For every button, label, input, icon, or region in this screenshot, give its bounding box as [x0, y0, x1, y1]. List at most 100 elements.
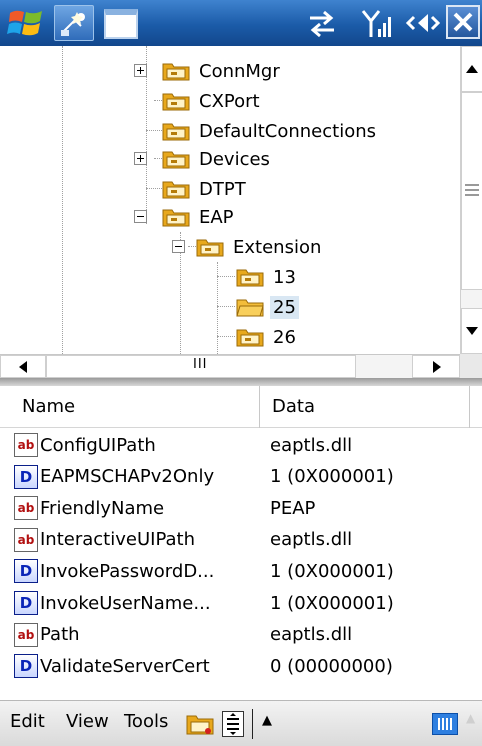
tree-vertical-scrollbar[interactable] [460, 46, 482, 354]
list-row[interactable]: ab Path eaptls.dll [0, 619, 482, 651]
input-panel-arrow-icon[interactable]: ▲ [262, 713, 272, 728]
windows-flag-icon[interactable] [6, 5, 46, 41]
value-name: ValidateServerCert [40, 655, 210, 677]
folder-icon [162, 123, 190, 141]
tree-node-26[interactable]: 26 [236, 322, 299, 352]
folder-icon [162, 151, 190, 169]
tree-guide-line [146, 130, 162, 131]
scroll-thumb[interactable] [461, 92, 482, 290]
folder-icon [236, 329, 264, 347]
value-name: ConfigUIPath [40, 434, 156, 456]
list-header: Name Data [0, 386, 482, 428]
value-data: 1 (0X000001) [270, 560, 394, 582]
tree-node-label-selected: 25 [270, 295, 299, 319]
list-row[interactable]: ab ConfigUIPath eaptls.dll [0, 429, 482, 461]
tree-node-label: 13 [273, 266, 296, 288]
collapse-button[interactable] [172, 240, 185, 253]
tree-node-13[interactable]: 13 [236, 262, 299, 292]
tree-node-25[interactable]: 25 [236, 292, 299, 322]
registry-tree[interactable]: ConnMgr CXPort DefaultConnections Device… [0, 46, 460, 354]
list-row[interactable]: ab FriendlyName PEAP [0, 492, 482, 524]
scroll-down-button[interactable] [461, 308, 482, 354]
tree-node-extension[interactable]: Extension [196, 232, 324, 262]
tree-node-dtpt[interactable]: DTPT [162, 174, 249, 204]
column-header-name[interactable]: Name [14, 386, 260, 428]
tree-node-label: Extension [233, 236, 322, 258]
connectivity-arrows-icon[interactable] [304, 5, 340, 41]
signal-strength-icon[interactable] [360, 5, 394, 41]
folder-icon [162, 63, 190, 81]
pane-splitter[interactable] [0, 378, 482, 386]
tree-horizontal-scrollbar[interactable]: III [0, 354, 460, 378]
dword-value-icon: D [14, 654, 38, 679]
tree-guide-line [146, 188, 162, 189]
scrollbar-corner [460, 354, 482, 378]
value-data: eaptls.dll [270, 434, 353, 456]
tree-node-connmgr[interactable]: ConnMgr [162, 56, 283, 86]
list-row[interactable]: D InvokeUserName... 1 (0X000001) [0, 587, 482, 619]
value-data: 1 (0X000001) [270, 466, 394, 488]
speaker-volume-icon[interactable] [404, 5, 440, 41]
tree-node-eap[interactable]: EAP [162, 202, 237, 232]
folder-open-icon [236, 299, 264, 317]
tree-guide-line [188, 246, 196, 247]
collapse-button[interactable] [134, 210, 147, 223]
tree-node-devices[interactable]: Devices [162, 144, 273, 174]
folder-icon [236, 269, 264, 287]
title-bar [0, 0, 482, 46]
close-icon[interactable] [446, 5, 480, 39]
tree-node-label: Devices [199, 148, 270, 170]
dword-value-icon: D [14, 464, 38, 489]
tree-node-label: ConnMgr [199, 60, 280, 82]
menu-bar: Edit View Tools ▲ ▲ [0, 700, 482, 746]
tree-guide-line [62, 46, 63, 354]
menu-separator [252, 709, 253, 739]
scroll-thumb-grip: III [193, 357, 208, 372]
value-name: InteractiveUIPath [40, 529, 195, 551]
scroll-thumb[interactable]: III [46, 355, 356, 378]
tree-node-defaultconnections[interactable]: DefaultConnections [162, 116, 379, 146]
folder-icon [162, 93, 190, 111]
dword-value-icon: D [14, 559, 38, 584]
keyboard-icon[interactable] [432, 713, 458, 735]
task-manager-icon[interactable] [54, 5, 94, 41]
properties-icon[interactable] [222, 711, 244, 737]
folder-open-icon [196, 239, 224, 257]
tree-node-label: DefaultConnections [199, 120, 376, 142]
input-method-arrow-icon[interactable]: ▲ [466, 711, 475, 725]
scroll-right-button[interactable] [412, 355, 460, 378]
value-data: 1 (0X000001) [270, 592, 394, 614]
tree-node-label: EAP [199, 206, 234, 228]
list-row[interactable]: ab InteractiveUIPath eaptls.dll [0, 524, 482, 556]
view-menu[interactable]: View [66, 711, 109, 732]
string-value-icon: ab [14, 433, 38, 457]
scroll-left-button[interactable] [0, 355, 46, 378]
value-data: eaptls.dll [270, 529, 353, 551]
string-value-icon: ab [14, 496, 38, 521]
scroll-up-button[interactable] [461, 46, 482, 92]
window-icon[interactable] [104, 9, 138, 39]
tree-node-label: CXPort [199, 90, 260, 112]
list-row[interactable]: D InvokePasswordD... 1 (0X000001) [0, 555, 482, 587]
value-name: EAPMSCHAPv2Only [40, 466, 215, 488]
folder-icon [162, 181, 190, 199]
tree-guide-line [154, 158, 162, 159]
tree-guide-line [217, 276, 235, 277]
tools-menu[interactable]: Tools [124, 711, 168, 732]
folder-open-icon [162, 209, 190, 227]
value-data: eaptls.dll [270, 624, 353, 646]
column-header-data[interactable]: Data [262, 386, 470, 428]
edit-menu[interactable]: Edit [10, 711, 45, 732]
expand-button[interactable] [134, 152, 147, 165]
value-name: InvokeUserName... [40, 592, 211, 614]
tree-node-label: 26 [273, 326, 296, 348]
folder-icon[interactable] [186, 713, 214, 735]
list-row[interactable]: D ValidateServerCert 0 (00000000) [0, 650, 482, 682]
tree-node-cxport[interactable]: CXPort [162, 86, 263, 116]
list-row[interactable]: D EAPMSCHAPv2Only 1 (0X000001) [0, 461, 482, 493]
value-name: Path [40, 624, 80, 646]
string-value-icon: ab [14, 622, 38, 647]
expand-button[interactable] [134, 64, 147, 77]
tree-guide-line [154, 100, 162, 101]
value-data: PEAP [270, 497, 316, 519]
